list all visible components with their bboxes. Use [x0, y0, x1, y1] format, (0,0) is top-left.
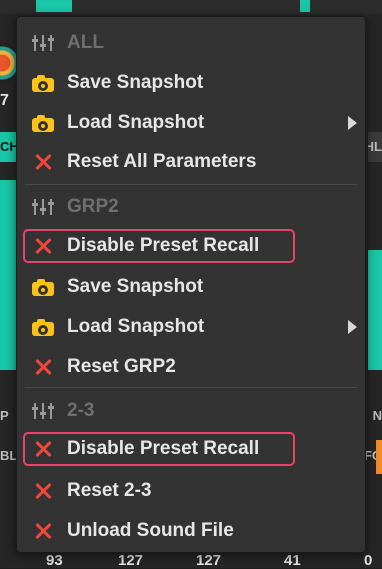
context-menu: ALL Save Snapshot Load Snapshot Reset Al…: [16, 16, 366, 553]
sliders-icon: [32, 400, 54, 422]
background-meter: [36, 0, 72, 12]
menu-item-label: Unload Sound File: [67, 520, 234, 541]
menu-item-reset-grp2[interactable]: Reset GRP2: [17, 349, 365, 385]
background-side-label: N: [372, 408, 382, 423]
x-icon: [32, 151, 54, 173]
section-header-label: GRP2: [67, 196, 119, 217]
section-header-label: 2-3: [67, 400, 95, 421]
x-icon: [32, 520, 54, 542]
background-right-label: HL: [368, 139, 382, 154]
background-side-label: BL: [0, 448, 18, 463]
background-level-bar-right: [368, 250, 382, 370]
menu-item-reset-2-3[interactable]: Reset 2-3: [17, 473, 365, 509]
menu-divider: [25, 387, 357, 388]
background-channel-button[interactable]: CH: [0, 132, 16, 162]
camera-icon: [32, 276, 54, 298]
background-value: 93: [46, 552, 63, 569]
section-header-2-3: 2-3: [17, 393, 365, 429]
menu-item-label: Reset 2-3: [67, 480, 152, 501]
background-value: 0: [364, 552, 373, 569]
menu-item-disable-preset-recall[interactable]: Disable Preset Recall: [17, 431, 365, 467]
x-icon: [32, 438, 54, 460]
menu-item-load-snapshot[interactable]: Load Snapshot: [17, 105, 365, 141]
menu-item-label: Disable Preset Recall: [67, 438, 260, 459]
menu-item-label: Disable Preset Recall: [67, 235, 260, 256]
menu-item-label: Save Snapshot: [67, 276, 204, 297]
menu-item-load-snapshot[interactable]: Load Snapshot: [17, 309, 365, 345]
menu-item-label: Reset GRP2: [67, 356, 176, 377]
menu-item-save-snapshot[interactable]: Save Snapshot: [17, 65, 365, 101]
menu-item-reset-all-parameters[interactable]: Reset All Parameters: [17, 144, 365, 180]
section-header-label: ALL: [67, 32, 104, 53]
background-value: 127: [118, 552, 144, 569]
x-icon: [32, 235, 54, 257]
section-header-all: ALL: [17, 25, 365, 61]
x-icon: [32, 356, 54, 378]
x-icon: [32, 480, 54, 502]
menu-item-disable-preset-recall[interactable]: Disable Preset Recall: [17, 228, 365, 264]
background-meter-right: [300, 0, 310, 12]
background-level-bar: [0, 180, 16, 370]
camera-icon: [32, 316, 54, 338]
menu-item-label: Load Snapshot: [67, 316, 205, 337]
menu-item-label: Load Snapshot: [67, 112, 205, 133]
sliders-icon: [32, 32, 54, 54]
background-value: 41: [284, 552, 301, 569]
background-knob-value: 7: [0, 92, 9, 109]
camera-icon: [32, 72, 54, 94]
sliders-icon: [32, 196, 54, 218]
menu-divider: [25, 184, 357, 185]
camera-icon: [32, 112, 54, 134]
background-side-label: P: [0, 408, 9, 423]
section-header-grp2: GRP2: [17, 189, 365, 225]
background-value: 127: [196, 552, 222, 569]
chevron-right-icon: [348, 116, 357, 130]
menu-item-label: Save Snapshot: [67, 72, 204, 93]
menu-item-label: Reset All Parameters: [67, 151, 257, 172]
chevron-right-icon: [348, 320, 357, 334]
background-orange-indicator: [376, 440, 382, 474]
menu-item-unload-sound-file[interactable]: Unload Sound File: [17, 513, 365, 549]
menu-item-save-snapshot[interactable]: Save Snapshot: [17, 269, 365, 305]
background-channel-button-right[interactable]: HL: [368, 132, 382, 162]
